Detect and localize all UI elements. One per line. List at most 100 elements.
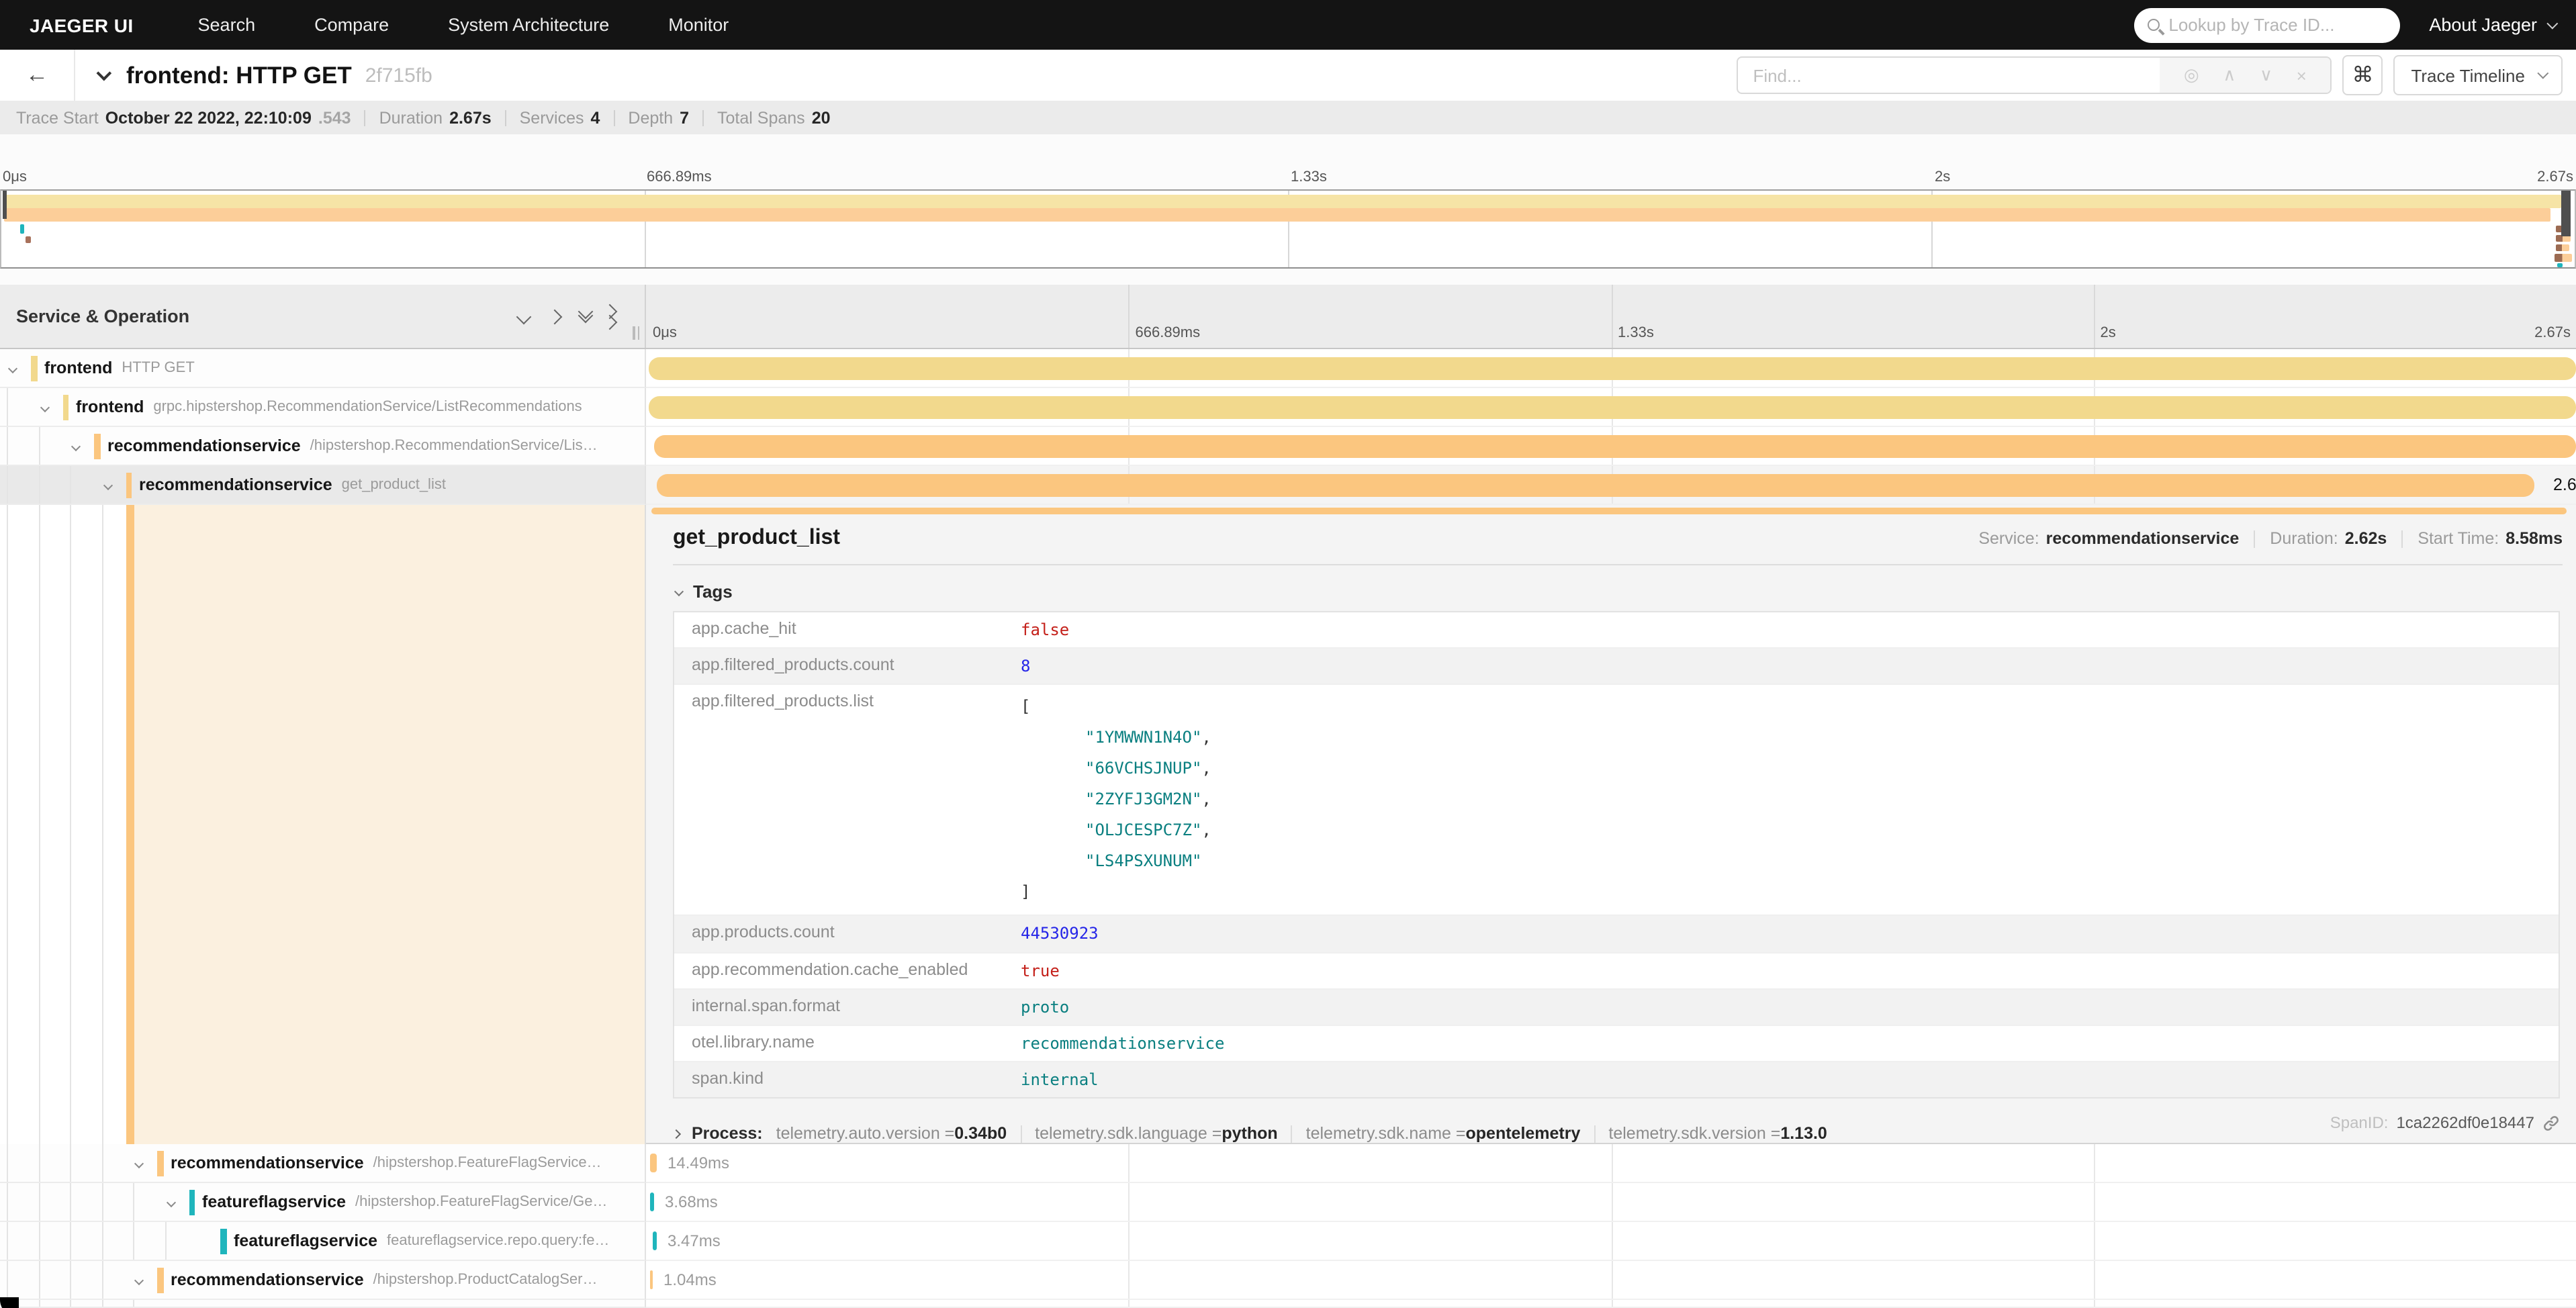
span-row[interactable]: featureflagservicefeatureflagservice.rep… [0, 1222, 2576, 1261]
minimap-tick-label: 666.89ms [647, 169, 712, 185]
span-name-cell[interactable]: recommendationservice/hipstershop.Recomm… [0, 427, 646, 466]
service-name: recommendationservice [171, 1154, 364, 1172]
tick-label: 666.89ms [1136, 325, 1201, 341]
span-name-cell[interactable]: recommendationservice/hipstershop.Produc… [0, 1261, 646, 1300]
span-timeline-cell[interactable] [646, 349, 2576, 388]
span-timeline-cell[interactable]: 1.04ms [646, 1261, 2576, 1300]
span-timeline-cell[interactable]: 14.49ms [646, 1144, 2576, 1183]
indent-guide [7, 427, 8, 465]
indent-guide [38, 466, 40, 504]
process-label: Process: [692, 1125, 763, 1143]
nav-item-system-architecture[interactable]: System Architecture [448, 15, 609, 35]
expand-children-icon[interactable] [103, 481, 112, 490]
expand-children-icon[interactable] [134, 1276, 144, 1285]
span-name-cell[interactable]: frontendgrpc.hipstershop.RecommendationS… [0, 388, 646, 427]
span-timeline-cell[interactable] [646, 388, 2576, 427]
span-name-cell[interactable] [0, 1300, 646, 1308]
trace-stat-2: Services4 [520, 108, 600, 127]
indent-guide [70, 505, 71, 1144]
span-name-cell[interactable]: recommendationservice/hipstershop.Featur… [0, 1144, 646, 1183]
process-tag-key: telemetry.sdk.language = [1035, 1125, 1222, 1143]
focus-match-icon[interactable]: ◎ [2184, 64, 2199, 86]
span-timeline-cell[interactable]: 2.62s [646, 466, 2576, 505]
about-jaeger-menu[interactable]: About Jaeger [2429, 15, 2555, 35]
minimap-left-handle[interactable] [3, 191, 7, 219]
chevron-right-icon [672, 1129, 681, 1139]
span-duration-label: 3.68ms [665, 1193, 718, 1211]
minimap-tick-label: 1.33s [1291, 169, 1327, 185]
tag-row: internal.span.formatproto [674, 990, 2559, 1026]
span-duration-label: 3.47ms [668, 1231, 721, 1250]
link-icon[interactable] [2542, 1114, 2560, 1131]
indent-guide [38, 1144, 40, 1182]
back-button[interactable]: ← [0, 50, 75, 101]
service-color-chip [126, 505, 134, 1144]
trace-stat-0: Trace StartOctober 22 2022, 22:10:09.543 [16, 108, 351, 127]
collapse-all-icon[interactable] [580, 312, 591, 320]
tag-value: internal [1010, 1062, 2559, 1097]
trace-id-lookup[interactable] [2133, 7, 2399, 42]
span-detail-header[interactable]: get_product_list Service:recommendations… [673, 526, 2563, 551]
tag-key: app.cache_hit [674, 612, 1010, 647]
clear-find-icon[interactable]: × [2297, 65, 2307, 85]
span-name-cell[interactable]: recommendationserviceget_product_list [0, 466, 646, 505]
indent-guide [70, 1300, 71, 1307]
span-row[interactable]: recommendationservice/hipstershop.Featur… [0, 1144, 2576, 1183]
expand-one-icon[interactable] [549, 311, 560, 322]
span-timeline-cell[interactable] [646, 1300, 2576, 1308]
detail-meta-value: 8.58ms [2505, 529, 2563, 548]
tags-section-toggle[interactable]: Tags [673, 565, 2563, 611]
span-name-cell[interactable]: frontendHTTP GET [0, 349, 646, 388]
collapse-trace-icon[interactable] [97, 66, 112, 81]
span-row[interactable]: frontendHTTP GET [0, 349, 2576, 388]
prev-match-icon[interactable]: ∧ [2223, 64, 2236, 86]
nav-item-monitor[interactable]: Monitor [668, 15, 729, 35]
gridline [2094, 1300, 2095, 1307]
trace-view-selector[interactable]: Trace Timeline [2393, 55, 2563, 95]
span-name-cell[interactable]: featureflagservice/hipstershop.FeatureFl… [0, 1183, 646, 1222]
process-row[interactable]: Process: telemetry.auto.version = 0.34b0… [673, 1125, 2563, 1143]
span-detail-panel: get_product_list Service:recommendations… [646, 505, 2576, 1144]
span-timeline-cell[interactable]: 3.68ms [646, 1183, 2576, 1222]
service-operation-header: Service & Operation [0, 285, 646, 348]
span-name-cell[interactable]: featureflagservicefeatureflagservice.rep… [0, 1222, 646, 1261]
expand-children-icon[interactable] [8, 364, 17, 373]
span-row[interactable] [0, 1300, 2576, 1308]
span-id-row: SpanID: 1ca2262df0e18447 [2330, 1113, 2560, 1132]
next-match-icon[interactable]: ∨ [2260, 64, 2272, 86]
span-row[interactable]: recommendationserviceget_product_list2.6… [0, 466, 2576, 505]
divider [2254, 530, 2255, 547]
span-timeline-cell[interactable]: 3.47ms [646, 1222, 2576, 1261]
span-row[interactable]: recommendationservice/hipstershop.Produc… [0, 1261, 2576, 1300]
nav-menu: Search Compare System Architecture Monitor [198, 15, 2134, 35]
span-row[interactable]: featureflagservice/hipstershop.FeatureFl… [0, 1183, 2576, 1222]
timeline-minimap[interactable] [0, 189, 2576, 269]
operation-name: featureflagservice.repo.query:fe… [387, 1233, 609, 1249]
indent-guide [38, 1222, 40, 1260]
tag-key: app.filtered_products.list [674, 686, 1010, 915]
expand-children-icon[interactable] [40, 403, 49, 412]
gridline [1611, 1300, 1612, 1307]
trace-id-lookup-input[interactable] [2168, 15, 2386, 35]
keyboard-shortcuts-button[interactable]: ⌘ [2342, 55, 2383, 95]
span-timeline-cell[interactable] [646, 427, 2576, 466]
expand-children-icon[interactable] [134, 1159, 144, 1168]
collapse-one-icon[interactable] [518, 311, 529, 322]
nav-item-compare[interactable]: Compare [314, 15, 389, 35]
expand-children-icon[interactable] [71, 442, 81, 451]
nav-item-search[interactable]: Search [198, 15, 256, 35]
timeline-ruler: 0μs666.89ms1.33s2s2.67s [646, 285, 2576, 348]
gridline [1611, 1183, 1612, 1221]
expand-all-icon[interactable] [611, 306, 615, 327]
expand-children-icon[interactable] [166, 1198, 175, 1207]
minimap-right-handle[interactable] [2561, 191, 2571, 236]
gridline [1611, 1261, 1612, 1299]
brand-link[interactable]: JAEGER UI [30, 14, 134, 36]
span-duration-bar [654, 435, 2576, 458]
span-row[interactable]: recommendationservice/hipstershop.Recomm… [0, 427, 2576, 466]
minimap-tick-label: 0μs [3, 169, 27, 185]
span-row[interactable]: frontendgrpc.hipstershop.RecommendationS… [0, 388, 2576, 427]
indent-guide [7, 1144, 8, 1182]
column-resizer-handle[interactable] [633, 326, 639, 340]
find-input[interactable] [1738, 65, 2160, 85]
